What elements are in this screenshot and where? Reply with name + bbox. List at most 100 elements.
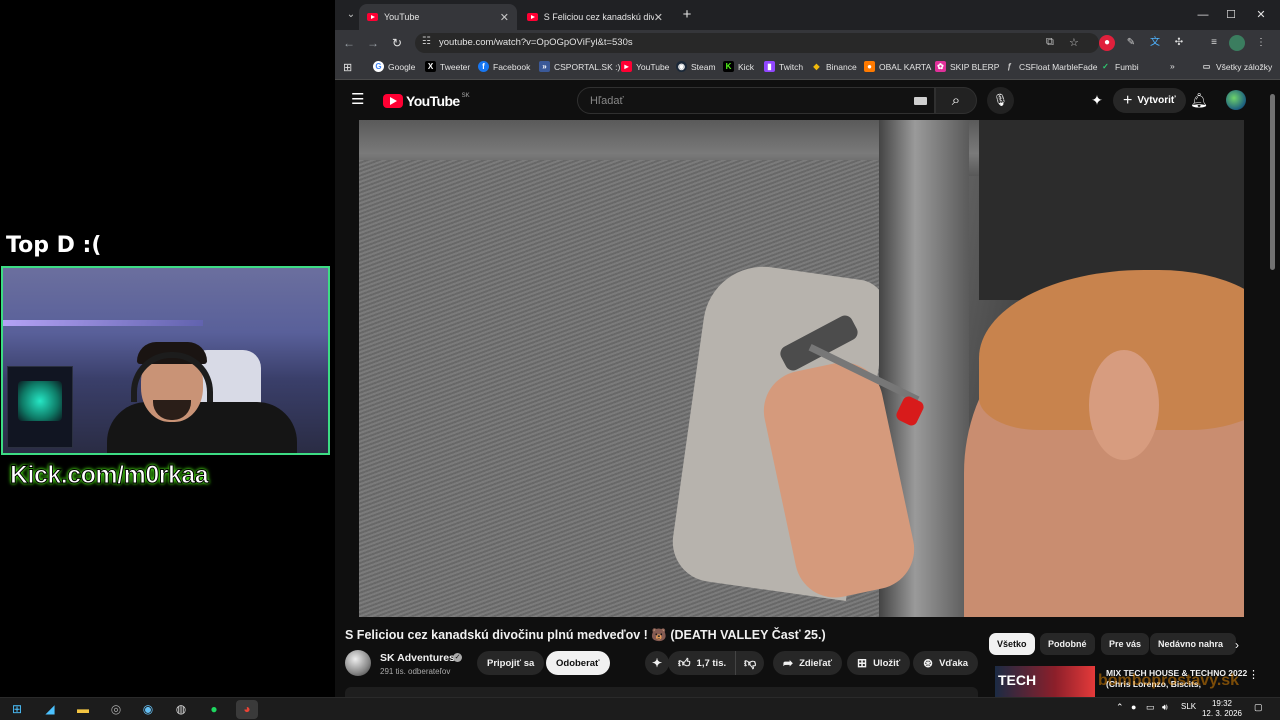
join-button[interactable]: Pripojiť sa bbox=[477, 651, 545, 675]
dislike-button[interactable]: 👎︎ bbox=[735, 651, 765, 675]
file-explorer-icon[interactable]: ▬ bbox=[72, 700, 94, 719]
video-player[interactable] bbox=[359, 120, 1244, 617]
close-window-button[interactable]: ✕ bbox=[1251, 6, 1271, 24]
bookmark-google[interactable]: G Google bbox=[373, 61, 415, 72]
youtube-header: ☰ YouTube SK Hľadať ⌕ 🎙 ✦ + Vytvoriť 🔔︎ bbox=[335, 81, 1280, 120]
chrome-icon[interactable]: ◕ bbox=[236, 700, 258, 719]
forward-button[interactable]: → bbox=[364, 34, 382, 52]
chip-recently-uploaded[interactable]: Nedávno nahra bbox=[1150, 633, 1236, 655]
close-tab-icon[interactable]: ✕ bbox=[654, 11, 663, 24]
bookmark-skip-blerp[interactable]: ✿ SKIP BLERP bbox=[935, 61, 999, 72]
chrome-profile-icon[interactable]: ◎ bbox=[105, 700, 127, 719]
bookmarks-overflow-icon[interactable]: » bbox=[1170, 61, 1175, 71]
start-windows-icon[interactable]: ⊞ bbox=[6, 700, 28, 719]
reload-button[interactable]: ↻ bbox=[388, 34, 406, 52]
keyboard-icon[interactable] bbox=[914, 97, 927, 105]
hamburger-menu-icon[interactable]: ☰ bbox=[351, 92, 367, 108]
install-app-icon[interactable]: ⧉ bbox=[1046, 36, 1054, 49]
ai-sparkle-icon[interactable]: ✦ bbox=[1088, 91, 1106, 109]
obs-icon[interactable]: ◍ bbox=[170, 700, 192, 719]
bookmark-twitch[interactable]: ▮ Twitch bbox=[764, 61, 803, 72]
browser-window: ⌄ YouTube ✕ S Feliciou cez kanadskú divo… bbox=[335, 0, 1280, 697]
minimize-button[interactable]: — bbox=[1193, 6, 1213, 24]
youtube-favicon-icon bbox=[367, 13, 378, 21]
save-button[interactable]: ⊞ Uložiť bbox=[847, 651, 911, 675]
tab-video[interactable]: S Feliciou cez kanadskú divočin ✕ bbox=[519, 4, 671, 30]
notifications-bell-icon[interactable]: 🔔︎ bbox=[1190, 91, 1208, 109]
bookmark-binance[interactable]: ◆ Binance bbox=[811, 61, 856, 72]
system-clock[interactable]: 19:32 12. 3. 2026 bbox=[1200, 699, 1244, 719]
recommended-video-thumbnail[interactable]: TECH bbox=[995, 666, 1095, 697]
scrollbar-thumb[interactable] bbox=[1270, 94, 1275, 270]
bookmark-obal-karta[interactable]: ● OBAL KARTA bbox=[864, 61, 931, 72]
like-button[interactable]: 👍︎ 1,7 tis. bbox=[668, 651, 737, 675]
youtube-logo[interactable]: YouTube SK bbox=[383, 93, 470, 109]
bookmark-fumbi[interactable]: ✓ Fumbi bbox=[1100, 61, 1138, 72]
thanks-button[interactable]: ⊛ Vďaka bbox=[913, 651, 979, 675]
site-info-icon[interactable]: ☷ bbox=[422, 36, 431, 47]
browser-menu-icon[interactable]: ⋮ bbox=[1253, 35, 1269, 51]
account-avatar[interactable] bbox=[1226, 90, 1246, 110]
share-button[interactable]: ➦ Zdieľať bbox=[773, 651, 843, 675]
extension-red-icon[interactable]: ● bbox=[1099, 35, 1115, 51]
twitch-icon: ▮ bbox=[764, 61, 775, 72]
bookmark-youtube[interactable]: ▸ YouTube bbox=[621, 61, 669, 72]
extension-translate-icon[interactable]: 文 bbox=[1147, 35, 1163, 51]
extension-pen-icon[interactable]: ✎ bbox=[1123, 35, 1139, 51]
steam-icon[interactable]: ◉ bbox=[137, 700, 159, 719]
chip-for-you[interactable]: Pre vás bbox=[1101, 633, 1150, 655]
bookmark-star-icon[interactable]: ☆ bbox=[1069, 36, 1079, 49]
bookmark-facebook[interactable]: f Facebook bbox=[478, 61, 530, 72]
reading-list-icon[interactable]: ≡ bbox=[1206, 35, 1222, 51]
obal-icon: ● bbox=[864, 61, 875, 72]
thumbs-up-icon: 👍︎ bbox=[678, 655, 691, 670]
csfloat-icon: ƒ bbox=[1007, 62, 1012, 71]
bookmark-csportal[interactable]: » CSPORTAL.SK :) bbox=[539, 61, 620, 72]
microphone-icon: 🎙 bbox=[992, 93, 1009, 107]
tab-youtube[interactable]: YouTube ✕ bbox=[359, 4, 517, 30]
x-icon: X bbox=[425, 61, 436, 72]
search-input[interactable]: Hľadať bbox=[577, 87, 935, 114]
led-strip bbox=[3, 320, 203, 326]
chip-related[interactable]: Podobné bbox=[1040, 633, 1095, 655]
stream-overlay: Top D :( Kick.com/m0rkaa bbox=[0, 0, 335, 697]
app-icon[interactable]: ◢ bbox=[39, 700, 61, 719]
new-tab-button[interactable]: + bbox=[678, 6, 696, 24]
address-bar[interactable]: ☷ youtube.com/watch?v=OpOGpOViFyl&t=530s… bbox=[415, 33, 1099, 53]
subscribe-button[interactable]: Odoberať bbox=[546, 651, 610, 675]
pc-case bbox=[7, 366, 73, 448]
microphone-tray-icon[interactable]: ● bbox=[1131, 702, 1136, 712]
maximize-button[interactable]: ☐ bbox=[1221, 6, 1241, 24]
language-indicator[interactable]: SLK bbox=[1181, 702, 1196, 711]
voice-search-button[interactable]: 🎙 bbox=[987, 87, 1014, 114]
description-box[interactable] bbox=[345, 687, 978, 697]
create-button[interactable]: + Vytvoriť bbox=[1113, 88, 1186, 113]
close-tab-icon[interactable]: ✕ bbox=[500, 11, 509, 24]
apps-grid-icon[interactable]: ⊞ bbox=[343, 61, 352, 74]
search-button[interactable]: ⌕ bbox=[935, 87, 977, 114]
channel-name[interactable]: SK Adventures bbox=[380, 652, 455, 664]
bookmark-csfloat[interactable]: ƒ CSFloat MarbleFade bbox=[1004, 61, 1097, 72]
thumbs-down-icon: 👎︎ bbox=[744, 655, 757, 670]
all-bookmarks-button[interactable]: ▭ Všetky záložky bbox=[1201, 61, 1273, 72]
tab-label: YouTube bbox=[384, 12, 420, 22]
notifications-icon[interactable]: ▢ bbox=[1254, 702, 1263, 713]
chevron-right-icon[interactable]: › bbox=[1235, 638, 1239, 652]
chip-all[interactable]: Všetko bbox=[989, 633, 1035, 655]
tray-overflow-icon[interactable]: ⌃ bbox=[1116, 702, 1124, 713]
bookmark-kick[interactable]: K Kick bbox=[723, 61, 754, 72]
tab-search-icon[interactable]: ⌄ bbox=[343, 7, 359, 23]
ask-ai-button[interactable]: ✦ bbox=[645, 651, 670, 675]
sparkle-icon: ✦ bbox=[652, 656, 663, 670]
extensions-puzzle-icon[interactable]: ✣ bbox=[1171, 35, 1187, 51]
page-scrollbar[interactable] bbox=[1269, 84, 1277, 697]
spotify-icon[interactable]: ● bbox=[203, 700, 225, 719]
back-button[interactable]: ← bbox=[340, 34, 358, 52]
more-options-icon[interactable]: ⋮ bbox=[1248, 668, 1259, 681]
volume-icon[interactable]: 🔊︎ bbox=[1162, 702, 1168, 713]
bookmark-steam[interactable]: ◉ Steam bbox=[676, 61, 716, 72]
channel-avatar[interactable] bbox=[345, 650, 371, 676]
bookmark-tweeter[interactable]: X Tweeter bbox=[425, 61, 470, 72]
profile-avatar[interactable] bbox=[1229, 35, 1245, 51]
network-icon[interactable]: ▭ bbox=[1146, 702, 1155, 713]
